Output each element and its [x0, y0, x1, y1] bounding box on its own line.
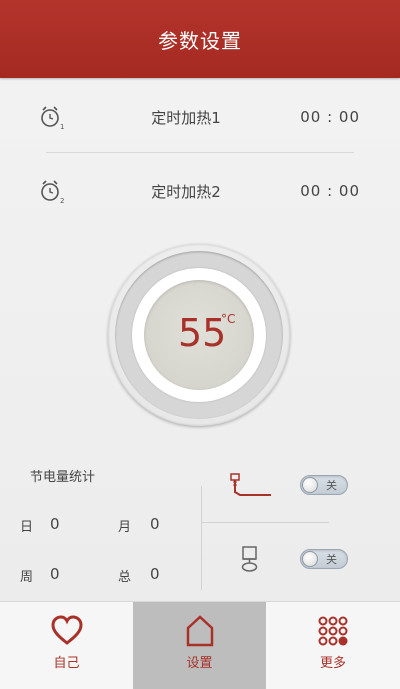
heating-element-toggle-state: 关: [326, 479, 337, 492]
heating-element-toggle[interactable]: 关: [300, 475, 348, 495]
timer-1-time[interactable]: 00 : 00: [300, 108, 360, 126]
tab-settings-label: 设置: [186, 656, 213, 671]
heart-icon: [50, 615, 83, 645]
switch-divider: [201, 522, 329, 523]
stat-total-value: 0: [150, 565, 160, 583]
timer-row-2[interactable]: 2 定时加热2 00 : 00: [0, 166, 400, 216]
tab-self-label: 自己: [53, 656, 80, 671]
bottom-tab-bar: 自己 设置 更多: [0, 601, 400, 689]
timer-row-1[interactable]: 1 定时加热1 00 : 00: [0, 92, 400, 142]
stat-month-value: 0: [150, 515, 160, 533]
stats-divider-vertical: [201, 486, 202, 590]
app-header: 参数设置: [0, 0, 400, 78]
page-title: 参数设置: [158, 28, 242, 53]
toggle-knob: [302, 551, 318, 567]
tab-more[interactable]: 更多: [266, 602, 400, 689]
timer-2-time[interactable]: 00 : 00: [300, 182, 360, 200]
tab-more-label: 更多: [319, 656, 346, 671]
heating-element-icon: [230, 473, 271, 496]
tab-self[interactable]: 自己: [0, 602, 133, 689]
timer-divider: [46, 152, 354, 153]
stats-title: 节电量统计: [30, 470, 96, 485]
temperature-unit: °C: [221, 312, 236, 326]
water-heater-toggle[interactable]: 关: [300, 549, 348, 569]
temperature-value: 55: [178, 311, 227, 355]
stat-day-label: 日: [20, 520, 34, 535]
water-heater-toggle-state: 关: [326, 553, 337, 566]
stat-total-label: 总: [118, 570, 132, 585]
stat-month-label: 月: [118, 520, 132, 535]
stat-day-value: 0: [50, 515, 60, 533]
home-icon: [186, 615, 213, 647]
stat-week-label: 周: [20, 570, 34, 585]
stat-week-value: 0: [50, 565, 60, 583]
temperature-dial[interactable]: 55 °C: [108, 244, 290, 426]
toggle-knob: [302, 477, 318, 493]
grid-dots-icon: [318, 616, 348, 646]
tab-settings[interactable]: 设置: [133, 602, 266, 689]
water-heater-icon: [241, 546, 258, 572]
